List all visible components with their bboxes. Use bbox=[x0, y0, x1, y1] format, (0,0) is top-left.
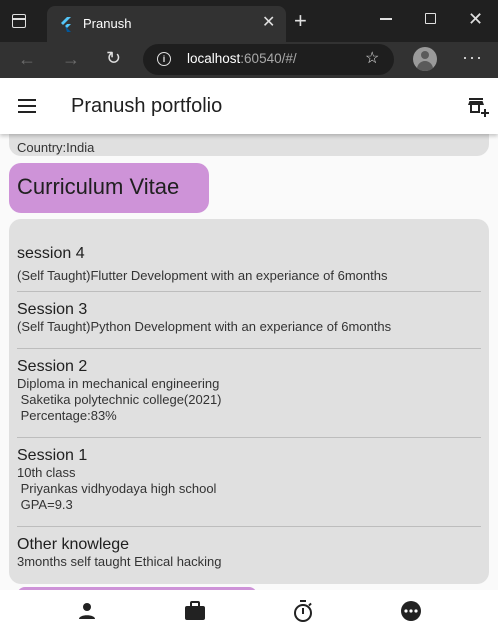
browser-tab-strip: Pranush ✕ + ✕ bbox=[0, 0, 498, 42]
list-item: Session 3 (Self Taught)Python Developmen… bbox=[17, 301, 481, 335]
site-info-icon[interactable]: i bbox=[157, 52, 171, 66]
back-arrow-icon[interactable]: ← bbox=[18, 48, 36, 70]
new-tab-icon[interactable]: + bbox=[294, 9, 307, 33]
divider bbox=[17, 348, 481, 349]
cv-card: session 4 (Self Taught)Flutter Developme… bbox=[9, 219, 489, 584]
profile-avatar-icon[interactable] bbox=[413, 47, 437, 71]
reload-icon[interactable]: ↻ bbox=[106, 47, 121, 69]
bottom-navigation-bar bbox=[0, 590, 498, 632]
list-item: Session 2 Diploma in mechanical engineer… bbox=[17, 358, 481, 424]
entry-title: Session 1 bbox=[17, 447, 88, 464]
entry-title: session 4 bbox=[17, 245, 85, 262]
tab-close-icon[interactable]: ✕ bbox=[262, 13, 275, 33]
flutter-logo-icon bbox=[61, 17, 71, 32]
content-scroll-area[interactable]: Country:India Curriculum Vitae session 4… bbox=[0, 134, 498, 590]
app-bar: Pranush portfolio bbox=[0, 78, 498, 134]
entry-title: Session 2 bbox=[17, 358, 88, 375]
list-item: session 4 (Self Taught)Flutter Developme… bbox=[17, 245, 481, 284]
stopwatch-icon[interactable] bbox=[291, 599, 315, 623]
window-maximize-icon[interactable] bbox=[425, 13, 436, 24]
hamburger-menu-icon[interactable] bbox=[18, 99, 36, 113]
entry-body: (Self Taught)Flutter Development with an… bbox=[17, 268, 388, 283]
list-item: Session 1 10th class Priyankas vidhyoday… bbox=[17, 447, 481, 513]
cv-heading-chip: Curriculum Vitae bbox=[9, 163, 209, 213]
browser-toolbar: ← → ↻ i localhost:60540/#/ ☆ ··· bbox=[0, 42, 498, 78]
tab-title: Pranush bbox=[83, 16, 132, 31]
page-title: Pranush portfolio bbox=[71, 95, 223, 117]
add-business-icon[interactable] bbox=[467, 96, 489, 118]
entry-body: 10th class Priyankas vidhyodaya high sch… bbox=[17, 465, 217, 512]
entry-title: Session 3 bbox=[17, 301, 88, 318]
tab-actions-icon[interactable] bbox=[12, 14, 26, 28]
entry-body: (Self Taught)Python Development with an … bbox=[17, 319, 392, 334]
briefcase-icon[interactable] bbox=[183, 599, 207, 623]
divider bbox=[17, 437, 481, 438]
window-close-icon[interactable]: ✕ bbox=[468, 8, 483, 30]
entry-body: Diploma in mechanical engineering Saketi… bbox=[17, 376, 222, 423]
url-text[interactable]: localhost:60540/#/ bbox=[187, 51, 297, 66]
entry-title: Other knowlege bbox=[17, 536, 130, 553]
address-bar[interactable]: i localhost:60540/#/ ☆ bbox=[143, 44, 394, 75]
list-item: Other knowlege 3months self taught Ethic… bbox=[17, 536, 481, 570]
country-text: Country:India bbox=[17, 140, 95, 155]
add-favorite-icon[interactable]: ☆ bbox=[365, 49, 379, 69]
entry-body: 3months self taught Ethical hacking bbox=[17, 554, 222, 569]
more-circle-icon[interactable] bbox=[399, 599, 423, 623]
browser-tab[interactable]: Pranush ✕ bbox=[47, 6, 286, 42]
divider bbox=[17, 526, 481, 527]
app-viewport: Pranush portfolio Country:India Curricul… bbox=[0, 78, 498, 632]
previous-info-card: Country:India bbox=[9, 134, 489, 156]
browser-menu-icon[interactable]: ··· bbox=[462, 46, 483, 68]
forward-arrow-icon[interactable]: → bbox=[62, 48, 80, 70]
window-minimize-icon[interactable] bbox=[380, 18, 392, 20]
divider bbox=[17, 291, 481, 292]
person-icon[interactable] bbox=[75, 599, 99, 623]
cv-heading-text: Curriculum Vitae bbox=[17, 174, 180, 199]
